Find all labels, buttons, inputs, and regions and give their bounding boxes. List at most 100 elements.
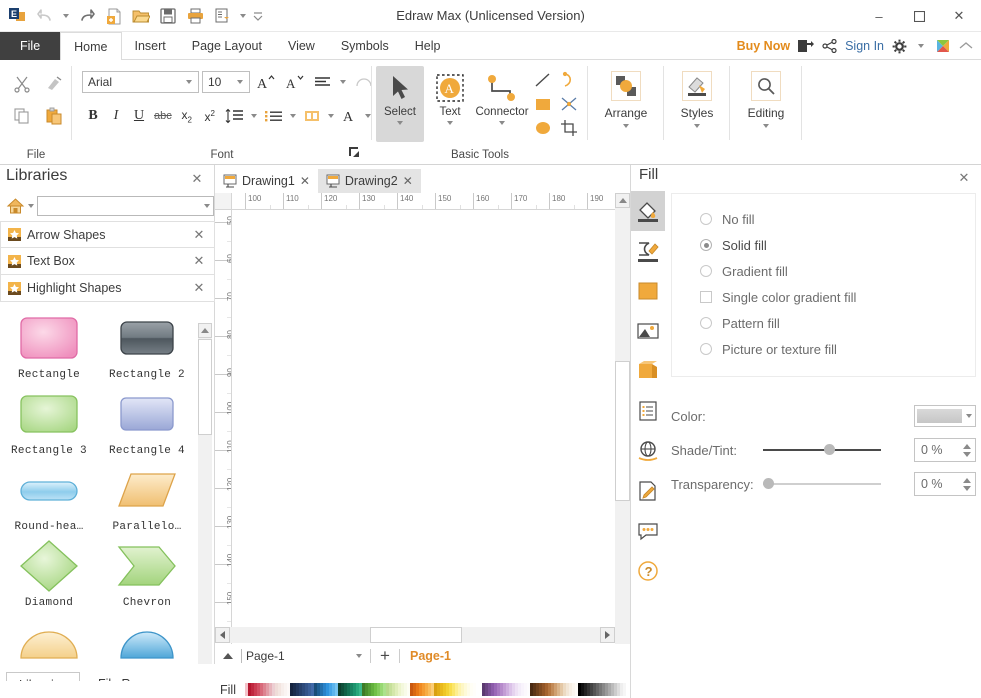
align-text-dropdown-icon[interactable] bbox=[337, 70, 349, 94]
text-tool-dropdown-icon[interactable] bbox=[447, 121, 453, 125]
scrollbar-thumb[interactable] bbox=[370, 627, 462, 643]
settings-dropdown-icon[interactable] bbox=[915, 34, 927, 58]
close-library-button[interactable]: ✕ bbox=[190, 226, 208, 244]
strikethrough-button[interactable]: abc bbox=[151, 105, 175, 127]
export-icon[interactable] bbox=[210, 4, 234, 28]
line-spacing-dropdown-icon[interactable] bbox=[248, 104, 260, 128]
shape-rectangle-4[interactable]: Rectangle 4 bbox=[98, 385, 196, 457]
close-document-tab-button[interactable]: ✕ bbox=[403, 174, 413, 188]
maximize-button[interactable] bbox=[899, 0, 939, 32]
ribbon-tab-view[interactable]: View bbox=[275, 32, 328, 60]
shade-tint-slider[interactable] bbox=[763, 443, 881, 457]
connector-tool[interactable]: Connector bbox=[470, 66, 534, 142]
transparency-slider[interactable] bbox=[763, 477, 881, 491]
paste-button[interactable] bbox=[38, 100, 70, 132]
ribbon-tab-file[interactable]: File bbox=[0, 32, 61, 60]
undo-dropdown-icon[interactable] bbox=[60, 4, 72, 28]
font-dialog-launcher[interactable] bbox=[348, 146, 362, 160]
cut-button[interactable] bbox=[6, 68, 38, 100]
scroll-right-icon[interactable] bbox=[600, 627, 615, 643]
chevron-down-icon[interactable] bbox=[182, 80, 196, 84]
chevron-down-icon[interactable] bbox=[352, 654, 366, 658]
shade-tint-spinner[interactable]: 0 % bbox=[914, 438, 976, 462]
bold-button[interactable]: B bbox=[82, 105, 104, 127]
close-library-button[interactable]: ✕ bbox=[190, 279, 208, 297]
color-swatch[interactable] bbox=[622, 683, 626, 696]
radio-indicator[interactable] bbox=[700, 317, 712, 329]
print-icon[interactable] bbox=[183, 4, 207, 28]
shadow-tab-icon[interactable] bbox=[631, 271, 665, 311]
arrange-button[interactable]: Arrange bbox=[594, 68, 658, 131]
collapse-ribbon-icon[interactable] bbox=[959, 41, 973, 51]
ribbon-tab-insert[interactable]: Insert bbox=[122, 32, 179, 60]
hyperlink-tab-icon[interactable] bbox=[631, 431, 665, 471]
shape-rectangle-3[interactable]: Rectangle 3 bbox=[0, 385, 98, 457]
library-scrollbar[interactable] bbox=[198, 323, 212, 698]
italic-button[interactable]: I bbox=[105, 105, 127, 127]
notes-tab-icon[interactable] bbox=[631, 471, 665, 511]
font-family-combo[interactable]: Arial bbox=[82, 71, 199, 93]
drawing-canvas[interactable] bbox=[232, 210, 616, 668]
checkbox-indicator[interactable] bbox=[700, 291, 712, 303]
line-spacing-button[interactable] bbox=[222, 105, 247, 127]
sign-in-button[interactable]: Sign In bbox=[845, 39, 884, 53]
bullets-dropdown-icon[interactable] bbox=[287, 104, 299, 128]
format-painter-button[interactable] bbox=[38, 68, 70, 100]
shape-diamond[interactable]: Diamond bbox=[0, 537, 98, 609]
radio-indicator[interactable] bbox=[700, 343, 712, 355]
stepper[interactable] bbox=[959, 439, 975, 461]
align-text-button[interactable] bbox=[311, 71, 334, 93]
close-fill-panel-button[interactable]: ✕ bbox=[955, 169, 973, 187]
editing-dropdown-icon[interactable] bbox=[763, 124, 769, 128]
new-icon[interactable] bbox=[102, 4, 126, 28]
freeform-tool-icon[interactable] bbox=[556, 92, 582, 116]
grow-font-button[interactable]: A bbox=[253, 71, 279, 93]
document-tab-drawing2[interactable]: Drawing2 ✕ bbox=[317, 169, 421, 193]
canvas-page[interactable] bbox=[232, 210, 615, 668]
fill-option-pattern-fill[interactable]: Pattern fill bbox=[672, 310, 975, 336]
radio-indicator[interactable] bbox=[700, 265, 712, 277]
close-library-button[interactable]: ✕ bbox=[190, 252, 208, 270]
library-search-box[interactable] bbox=[37, 196, 214, 216]
canvas-horizontal-scrollbar[interactable] bbox=[215, 627, 615, 643]
share-icon[interactable] bbox=[822, 39, 837, 53]
app-logo-icon[interactable]: E bbox=[6, 4, 30, 28]
export-dropdown-icon[interactable] bbox=[237, 4, 249, 28]
scrollbar-thumb[interactable] bbox=[615, 361, 630, 501]
stepper[interactable] bbox=[959, 473, 975, 495]
ribbon-tab-symbols[interactable]: Symbols bbox=[328, 32, 402, 60]
chevron-down-icon[interactable] bbox=[962, 414, 975, 418]
comment-tab-icon[interactable] bbox=[631, 511, 665, 551]
scrollbar-thumb[interactable] bbox=[198, 339, 212, 435]
horizontal-ruler[interactable]: 100 110 120 130 140 150 160 170 180 190 bbox=[215, 193, 630, 210]
page-tab-page-1[interactable]: Page-1 bbox=[404, 649, 457, 663]
fill-option-picture-or-texture-fill[interactable]: Picture or texture fill bbox=[672, 336, 975, 362]
slider-knob[interactable] bbox=[763, 478, 774, 489]
select-tool[interactable]: Select bbox=[376, 66, 424, 142]
arc-tool-icon[interactable] bbox=[556, 68, 582, 92]
search-input[interactable] bbox=[38, 197, 200, 215]
ribbon-tab-help[interactable]: Help bbox=[402, 32, 454, 60]
shape-round-header[interactable]: Round-hea… bbox=[0, 461, 98, 533]
radio-indicator[interactable] bbox=[700, 213, 712, 225]
font-size-combo[interactable]: 10 bbox=[202, 71, 250, 93]
chevron-down-icon[interactable] bbox=[200, 204, 213, 208]
ribbon-tab-page-layout[interactable]: Page Layout bbox=[179, 32, 275, 60]
fill-option-single-color-gradient-fill[interactable]: Single color gradient fill bbox=[672, 284, 975, 310]
picture-tab-icon[interactable] bbox=[631, 311, 665, 351]
canvas-vertical-scrollbar[interactable] bbox=[615, 193, 630, 668]
ellipse-tool-icon[interactable] bbox=[530, 116, 556, 140]
editing-button[interactable]: Editing bbox=[734, 68, 798, 131]
scroll-left-icon[interactable] bbox=[215, 627, 230, 643]
minimize-button[interactable]: – bbox=[859, 0, 899, 32]
3d-rotation-tab-icon[interactable] bbox=[631, 351, 665, 391]
open-icon[interactable] bbox=[129, 4, 153, 28]
library-item-text-box[interactable]: Text Box ✕ bbox=[0, 248, 215, 275]
color-swatch-row[interactable] bbox=[241, 683, 630, 696]
home-icon[interactable] bbox=[6, 197, 25, 215]
crop-tool-icon[interactable] bbox=[556, 116, 582, 140]
text-block-button[interactable] bbox=[300, 105, 324, 127]
document-tab-drawing1[interactable]: Drawing1 ✕ bbox=[215, 169, 318, 193]
arrange-dropdown-icon[interactable] bbox=[623, 124, 629, 128]
styles-dropdown-icon[interactable] bbox=[694, 124, 700, 128]
